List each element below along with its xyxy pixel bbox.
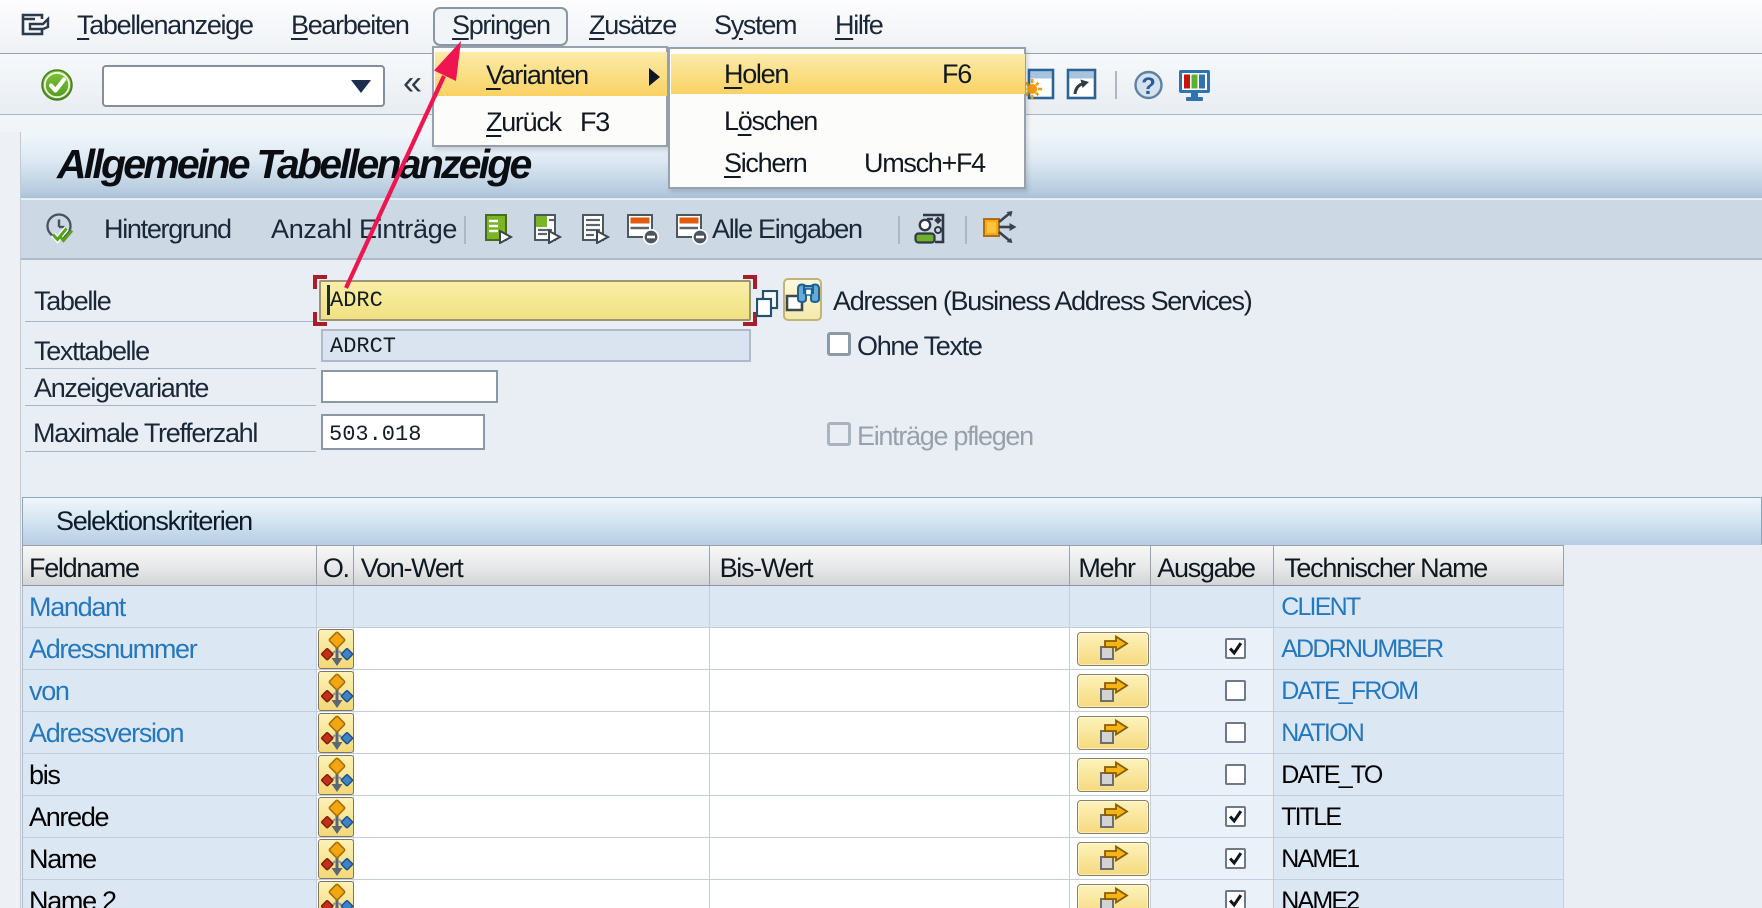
svg-text:?: ? bbox=[1141, 73, 1156, 100]
